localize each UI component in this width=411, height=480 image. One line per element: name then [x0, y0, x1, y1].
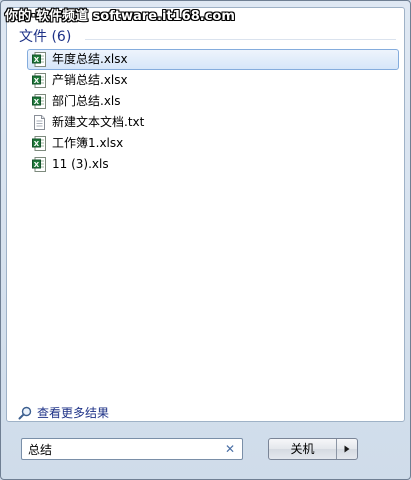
see-more-label: 查看更多结果 — [37, 406, 110, 420]
start-menu-window: 文件 (6) X 年度总结.xlsx X 产销总结.xlsx X 部门总结.xl… — [0, 0, 411, 480]
file-name: 年度总结.xlsx — [52, 52, 128, 66]
search-box: ✕ — [21, 438, 243, 460]
see-more-results-link[interactable]: 查看更多结果 — [18, 404, 109, 421]
list-item[interactable]: 新建文本文档.txt — [27, 112, 399, 133]
file-name: 部门总结.xls — [52, 94, 121, 108]
chevron-right-icon — [344, 445, 350, 453]
file-name: 11 (3).xls — [52, 157, 109, 171]
file-name: 工作簿1.xlsx — [52, 136, 124, 150]
section-divider — [85, 39, 396, 40]
excel-icon: X — [32, 94, 46, 109]
svg-text:X: X — [34, 161, 40, 169]
bottom-bar: ✕ 关机 — [1, 426, 410, 479]
excel-icon: X — [32, 52, 46, 67]
list-item[interactable]: X 工作簿1.xlsx — [27, 133, 399, 154]
svg-text:X: X — [34, 98, 40, 106]
search-input[interactable] — [22, 442, 218, 456]
svg-text:X: X — [34, 140, 40, 148]
file-result-list: X 年度总结.xlsx X 产销总结.xlsx X 部门总结.xls 新建文本文… — [27, 49, 399, 175]
list-item[interactable]: X 11 (3).xls — [27, 154, 399, 175]
list-item[interactable]: X 部门总结.xls — [27, 91, 399, 112]
watermark: 你的·软件频道 software.it168.com — [5, 9, 235, 24]
section-header-files[interactable]: 文件 (6) — [19, 26, 71, 46]
shutdown-button-group: 关机 — [268, 438, 358, 460]
excel-icon: X — [32, 136, 46, 151]
shutdown-options-button[interactable] — [336, 439, 357, 459]
file-name: 产销总结.xlsx — [52, 73, 128, 87]
shutdown-button[interactable]: 关机 — [269, 439, 336, 459]
list-item[interactable]: X 年度总结.xlsx — [27, 49, 399, 70]
search-results-pane: 文件 (6) X 年度总结.xlsx X 产销总结.xlsx X 部门总结.xl… — [6, 7, 405, 422]
svg-text:X: X — [34, 77, 40, 85]
magnifier-icon — [18, 406, 32, 419]
file-name: 新建文本文档.txt — [52, 115, 145, 129]
clear-search-icon[interactable]: ✕ — [224, 443, 236, 455]
excel-icon: X — [32, 73, 46, 88]
list-item[interactable]: X 产销总结.xlsx — [27, 70, 399, 91]
excel-icon: X — [32, 157, 46, 172]
svg-text:X: X — [34, 56, 40, 64]
text-file-icon — [34, 115, 45, 130]
